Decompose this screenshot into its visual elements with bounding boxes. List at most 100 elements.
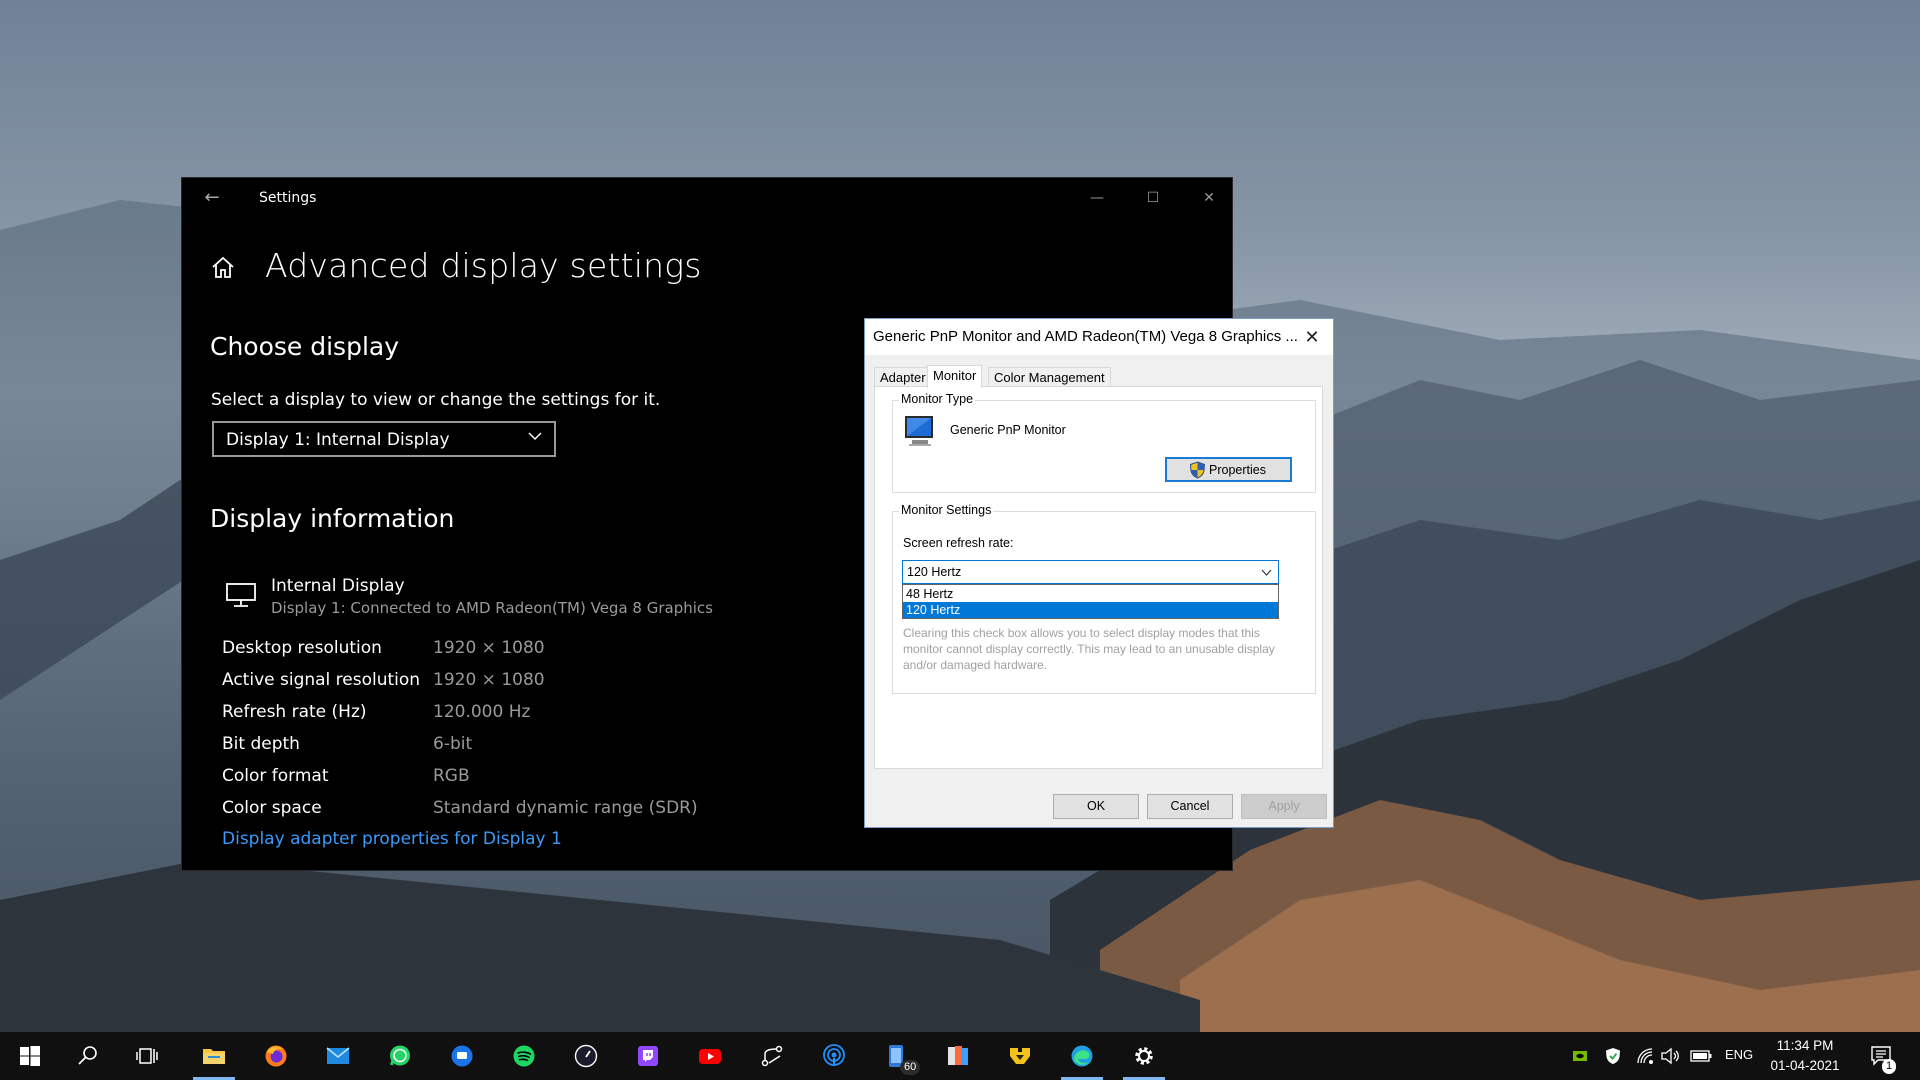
yellow-app-button[interactable] [996, 1032, 1044, 1080]
ok-button[interactable]: OK [1053, 794, 1139, 819]
page-title: Advanced display settings [265, 246, 702, 285]
refresh-rate-warning-text: Clearing this check box allows you to se… [903, 626, 1275, 672]
app-title: Settings [259, 190, 317, 206]
speedometer-icon [574, 1044, 598, 1068]
internal-display-name: Internal Display [271, 576, 405, 596]
clock[interactable]: 11:34 PM 01-04-2021 [1760, 1036, 1850, 1076]
refresh-rate-options-list: 48 Hertz 120 Hertz [902, 584, 1279, 619]
security-shield-icon[interactable] [1604, 1047, 1622, 1065]
phone-app-button[interactable]: 60 [872, 1032, 921, 1080]
settings-titlebar: ← Settings — ☐ ✕ [182, 178, 1232, 218]
wifi-icon[interactable] [1636, 1047, 1654, 1065]
clock-date: 01-04-2021 [1770, 1058, 1840, 1073]
volume-icon[interactable] [1660, 1047, 1680, 1065]
messages-button[interactable] [438, 1032, 486, 1080]
notification-badge: 60 [900, 1060, 921, 1075]
display-information-heading: Display information [210, 504, 455, 533]
search-button[interactable] [64, 1032, 112, 1080]
monitor-icon [226, 583, 256, 607]
display-dropdown-value: Display 1: Internal Display [226, 430, 450, 450]
dialog-titlebar: Generic PnP Monitor and AMD Radeon(TM) V… [865, 319, 1333, 355]
task-view-icon [136, 1048, 158, 1064]
maximize-button[interactable]: ☐ [1130, 182, 1176, 214]
mail-icon [326, 1047, 350, 1064]
yellow-app-icon [1010, 1048, 1030, 1064]
podcast-icon [823, 1044, 845, 1066]
info-value: RGB [433, 766, 470, 786]
search-icon [78, 1046, 97, 1065]
info-value: Standard dynamic range (SDR) [433, 798, 698, 818]
documents-icon [948, 1046, 968, 1065]
battery-icon[interactable] [1690, 1049, 1712, 1063]
tab-adapter[interactable]: Adapter [874, 367, 932, 387]
podcasts-button[interactable] [810, 1032, 858, 1080]
info-value: 1920 × 1080 [433, 638, 545, 658]
twitch-button[interactable] [624, 1032, 672, 1080]
clock-time: 11:34 PM [1776, 1038, 1834, 1053]
info-key: Active signal resolution [222, 670, 421, 690]
monitor-device-icon [905, 416, 933, 446]
office-app-button[interactable] [934, 1032, 982, 1080]
youtube-button[interactable] [686, 1032, 734, 1080]
uac-shield-icon [1189, 461, 1206, 479]
mail-button[interactable] [314, 1032, 362, 1080]
info-key: Color format [222, 766, 329, 786]
firefox-button[interactable] [252, 1032, 300, 1080]
dialog-title: Generic PnP Monitor and AMD Radeon(TM) V… [873, 328, 1298, 345]
refresh-rate-select[interactable]: 120 Hertz [902, 560, 1279, 584]
refresh-rate-option-selected[interactable]: 120 Hertz [903, 602, 1278, 618]
whatsapp-icon [390, 1045, 410, 1066]
task-view-button[interactable] [124, 1032, 172, 1080]
choose-display-heading: Choose display [210, 332, 400, 361]
spotify-button[interactable] [500, 1032, 548, 1080]
windows-logo-icon [20, 1046, 40, 1066]
firefox-icon [265, 1045, 287, 1067]
cancel-button[interactable]: Cancel [1147, 794, 1233, 819]
info-key: Refresh rate (Hz) [222, 702, 367, 722]
monitor-name: Generic PnP Monitor [950, 423, 1066, 437]
chat-bubble-icon [451, 1045, 473, 1067]
info-value: 6-bit [433, 734, 473, 754]
input-language[interactable]: ENG [1725, 1047, 1753, 1062]
spotify-icon [513, 1045, 535, 1067]
git-app-button[interactable] [748, 1032, 796, 1080]
twitch-icon [638, 1046, 658, 1066]
settings-taskbar-button[interactable] [1120, 1032, 1168, 1080]
properties-button-label: Properties [1209, 463, 1266, 477]
folder-icon [203, 1049, 225, 1064]
monitor-type-group: Monitor Type Generic PnP Monitor Propert… [892, 392, 1316, 493]
info-key: Bit depth [222, 734, 300, 754]
info-value: 1920 × 1080 [433, 670, 545, 690]
refresh-rate-option[interactable]: 48 Hertz [903, 586, 1278, 602]
back-arrow-icon[interactable]: ← [198, 186, 226, 210]
internal-display-connection: Display 1: Connected to AMD Radeon(TM) V… [271, 599, 713, 617]
file-explorer-button[interactable] [190, 1032, 238, 1080]
nvidia-icon[interactable] [1572, 1048, 1588, 1064]
refresh-rate-selected: 120 Hertz [907, 565, 962, 579]
monitor-settings-legend: Monitor Settings [899, 503, 994, 517]
taskbar: 60 ENG 11:34 PM 01-04-2021 1 [0, 1032, 1920, 1080]
minimize-button[interactable]: — [1074, 182, 1120, 214]
close-button[interactable]: ✕ [1186, 182, 1232, 214]
monitor-properties-button[interactable]: Properties [1165, 457, 1292, 482]
home-icon[interactable] [210, 255, 236, 281]
monitor-properties-dialog: Generic PnP Monitor and AMD Radeon(TM) V… [864, 318, 1334, 828]
edge-button[interactable] [1058, 1032, 1106, 1080]
speedtest-button[interactable] [562, 1032, 610, 1080]
display-dropdown[interactable]: Display 1: Internal Display [212, 421, 556, 457]
chevron-down-icon [1261, 569, 1272, 576]
tab-color-management[interactable]: Color Management [988, 367, 1111, 387]
youtube-icon [699, 1049, 721, 1064]
select-display-description: Select a display to view or change the s… [211, 390, 661, 410]
start-button[interactable] [6, 1032, 54, 1080]
apply-button[interactable]: Apply [1241, 794, 1327, 819]
gear-icon [1135, 1047, 1153, 1065]
display-adapter-properties-link[interactable]: Display adapter properties for Display 1 [222, 829, 562, 849]
dialog-close-button[interactable]: ✕ [1299, 325, 1325, 349]
info-key: Desktop resolution [222, 638, 382, 658]
tab-monitor[interactable]: Monitor [927, 365, 983, 388]
info-value: 120.000 Hz [433, 702, 531, 722]
monitor-type-legend: Monitor Type [899, 392, 976, 406]
whatsapp-button[interactable] [376, 1032, 424, 1080]
notification-count-badge: 1 [1882, 1059, 1897, 1074]
